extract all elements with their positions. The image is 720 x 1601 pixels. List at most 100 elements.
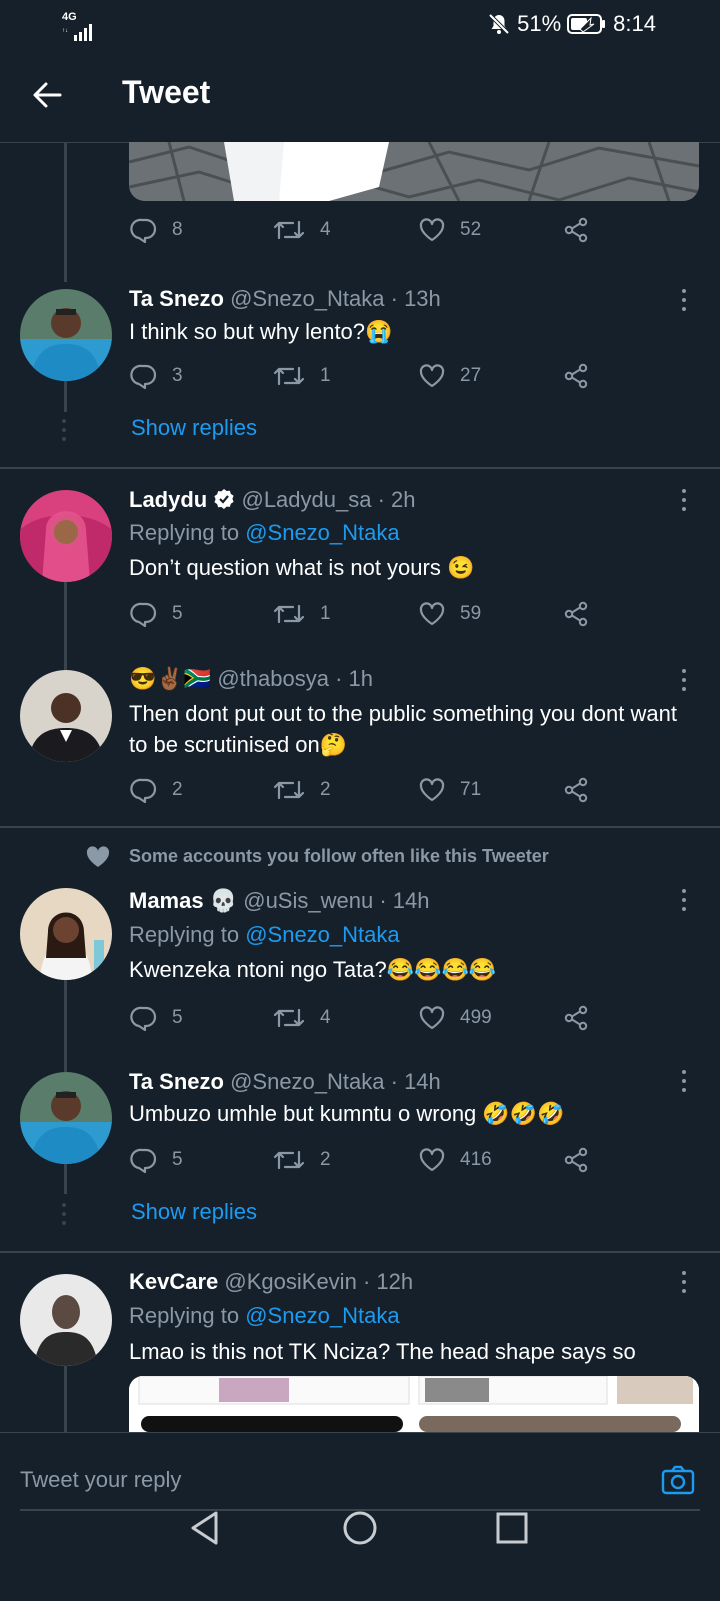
tweet-text: Lmao is this not TK Nciza? The head shap…	[129, 1339, 636, 1364]
handle[interactable]: @KgosiKevin	[224, 1269, 356, 1294]
retweet-icon	[273, 780, 305, 800]
timestamp: · 14h	[379, 888, 430, 913]
display-name[interactable]: Ta Snezo	[129, 286, 224, 311]
tweet-header: Mamas 💀 @uSis_wenu · 14h	[129, 888, 429, 914]
share-button[interactable]	[562, 776, 590, 804]
more-options-icon[interactable]	[680, 1271, 688, 1298]
reply-button[interactable]: 5	[130, 1004, 183, 1032]
retweet-button[interactable]: 2	[272, 776, 331, 804]
avatar[interactable]	[20, 888, 112, 980]
display-name[interactable]: KevCare	[129, 1269, 218, 1294]
nav-home-icon[interactable]	[342, 1510, 378, 1546]
signal-bars-icon: ↑↓	[62, 24, 92, 41]
retweet-count: 2	[320, 1149, 331, 1170]
retweet-icon	[273, 604, 305, 624]
heart-icon	[419, 1148, 445, 1172]
tweet-text: Then dont put out to the public somethin…	[129, 701, 677, 757]
replying-to-handle[interactable]: @Snezo_Ntaka	[245, 520, 399, 545]
like-button[interactable]: 27	[418, 362, 481, 390]
share-button[interactable]	[562, 362, 590, 390]
share-icon	[564, 217, 588, 243]
share-button[interactable]	[562, 1146, 590, 1174]
display-name[interactable]: Ladydu	[129, 487, 207, 512]
avatar[interactable]	[20, 490, 112, 582]
nav-recents-icon[interactable]	[496, 1512, 528, 1544]
like-button[interactable]: 499	[418, 1004, 492, 1032]
share-button[interactable]	[562, 600, 590, 628]
paving-photo	[129, 142, 699, 201]
reply-button[interactable]: 3	[130, 362, 183, 390]
retweet-count: 2	[320, 779, 331, 800]
thread-connector	[64, 582, 67, 672]
tweet-media-image[interactable]	[129, 142, 699, 201]
avatar[interactable]	[20, 289, 112, 381]
tweet-header: KevCare @KgosiKevin · 12h	[129, 1269, 413, 1295]
like-button[interactable]: 52	[418, 216, 481, 244]
handle[interactable]: @uSis_wenu	[243, 888, 373, 913]
show-replies-link[interactable]: Show replies	[131, 1199, 257, 1225]
avatar[interactable]	[20, 1072, 112, 1164]
like-button[interactable]: 71	[418, 776, 481, 804]
status-right: 51% 8:14	[487, 11, 656, 37]
reply-icon	[130, 1006, 157, 1032]
show-replies-link[interactable]: Show replies	[131, 415, 257, 441]
replying-to-handle[interactable]: @Snezo_Ntaka	[245, 922, 399, 947]
top-app-bar: Tweet	[0, 48, 720, 143]
more-options-icon[interactable]	[680, 489, 688, 516]
thread-connector	[64, 1366, 67, 1432]
handle[interactable]: @thabosya	[217, 666, 329, 691]
more-options-icon[interactable]	[680, 889, 688, 916]
reply-button[interactable]: 8	[130, 216, 183, 244]
replying-to-label: Replying to	[129, 922, 240, 947]
display-name[interactable]: Mamas 💀	[129, 888, 237, 913]
avatar-photo	[20, 670, 112, 762]
share-icon	[564, 1005, 588, 1031]
replying-to-label: Replying to	[129, 520, 240, 545]
replying-to-label: Replying to	[129, 1303, 240, 1328]
page-title: Tweet	[122, 74, 211, 110]
retweet-count: 1	[320, 365, 331, 386]
nav-back-icon[interactable]	[188, 1510, 222, 1546]
retweet-button[interactable]: 1	[272, 600, 331, 628]
handle[interactable]: @Ladydu_sa	[241, 487, 371, 512]
like-button[interactable]: 416	[418, 1146, 492, 1174]
reply-button[interactable]: 5	[130, 1146, 183, 1174]
heart-icon	[419, 778, 445, 802]
more-options-icon[interactable]	[680, 669, 688, 696]
back-arrow-icon[interactable]	[30, 78, 64, 112]
tweet-header: Ladydu @Ladydu_sa · 2h	[129, 487, 416, 513]
reply-button[interactable]: 5	[130, 600, 183, 628]
retweet-button[interactable]: 4	[272, 1004, 331, 1032]
like-button[interactable]: 59	[418, 600, 481, 628]
display-name[interactable]: 😎✌🏾🇿🇦	[129, 666, 211, 691]
divider	[0, 1251, 720, 1253]
handle[interactable]: @Snezo_Ntaka	[230, 1069, 384, 1094]
avatar[interactable]	[20, 670, 112, 762]
reply-button[interactable]: 2	[130, 776, 183, 804]
reply-icon	[130, 218, 157, 244]
retweet-count: 4	[320, 219, 331, 240]
share-icon	[564, 777, 588, 803]
divider	[0, 826, 720, 828]
handle[interactable]: @Snezo_Ntaka	[230, 286, 384, 311]
retweet-count: 1	[320, 603, 331, 624]
reply-count: 5	[172, 1149, 183, 1170]
avatar[interactable]	[20, 1274, 112, 1366]
retweet-button[interactable]: 4	[272, 216, 331, 244]
display-name[interactable]: Ta Snezo	[129, 1069, 224, 1094]
more-options-icon[interactable]	[680, 289, 688, 316]
timestamp: · 13h	[390, 286, 441, 311]
tweet-media-image[interactable]	[129, 1376, 699, 1432]
heart-icon	[419, 1006, 445, 1030]
replying-to-handle[interactable]: @Snezo_Ntaka	[245, 1303, 399, 1328]
share-button[interactable]	[562, 1004, 590, 1032]
tweet-actions: 2 2 71	[130, 776, 600, 806]
more-options-icon[interactable]	[680, 1070, 688, 1097]
retweet-icon	[273, 1008, 305, 1028]
retweet-icon	[273, 220, 305, 240]
share-button[interactable]	[562, 216, 590, 244]
retweet-button[interactable]: 1	[272, 362, 331, 390]
signal-indicator: 4G ↑↓	[62, 12, 96, 44]
status-bar: 4G ↑↓ 51% 8:14	[0, 0, 720, 48]
retweet-button[interactable]: 2	[272, 1146, 331, 1174]
